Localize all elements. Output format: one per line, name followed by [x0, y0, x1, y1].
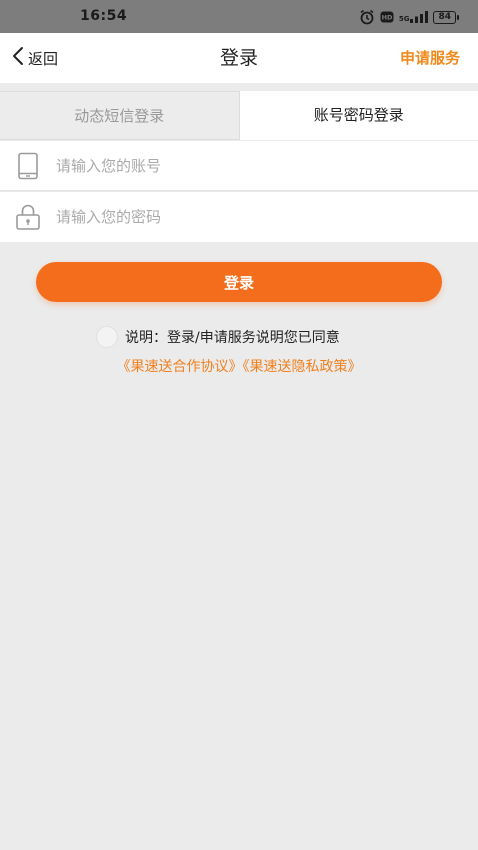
- svg-text:HD: HD: [381, 14, 392, 22]
- agreement-row: 说明：登录/申请服务说明您已同意: [96, 326, 340, 348]
- tab-password-login[interactable]: 账号密码登录: [239, 91, 478, 140]
- account-input[interactable]: [56, 145, 478, 186]
- phone-icon: [0, 141, 56, 191]
- apply-service-button[interactable]: 申请服务: [400, 33, 460, 83]
- agree-checkbox[interactable]: [96, 326, 118, 348]
- alarm-icon: [359, 9, 375, 25]
- network-type-label: 5G: [398, 15, 410, 23]
- back-label: 返回: [28, 49, 59, 68]
- lock-icon: [0, 192, 56, 242]
- password-input[interactable]: [56, 197, 478, 237]
- privacy-policy-link[interactable]: 《果速送隐私政策》: [243, 359, 362, 375]
- password-row: [0, 192, 478, 242]
- cooperation-agreement-link[interactable]: 《果速送合作协议》: [117, 359, 243, 375]
- account-row: [0, 141, 478, 191]
- status-time: 16:54: [80, 8, 128, 24]
- login-tabs: 动态短信登录 账号密码登录: [0, 91, 478, 140]
- hd-icon: HD: [380, 11, 394, 23]
- battery-indicator: 84: [433, 10, 459, 24]
- status-bar: 16:54 HD 5G 84: [0, 0, 478, 33]
- nav-bar: 返回 登录 申请服务: [0, 33, 478, 83]
- agreement-text: 说明：登录/申请服务说明您已同意: [125, 330, 340, 346]
- back-button[interactable]: 返回: [12, 33, 58, 83]
- signal-icon: 5G: [399, 11, 429, 23]
- agreement-links: 《果速送合作协议》《果速送隐私政策》: [0, 356, 478, 376]
- chevron-left-icon: [12, 46, 24, 70]
- status-icons: HD 5G 84: [359, 8, 459, 26]
- tab-sms-login[interactable]: 动态短信登录: [0, 91, 240, 140]
- login-button[interactable]: 登录: [36, 262, 442, 302]
